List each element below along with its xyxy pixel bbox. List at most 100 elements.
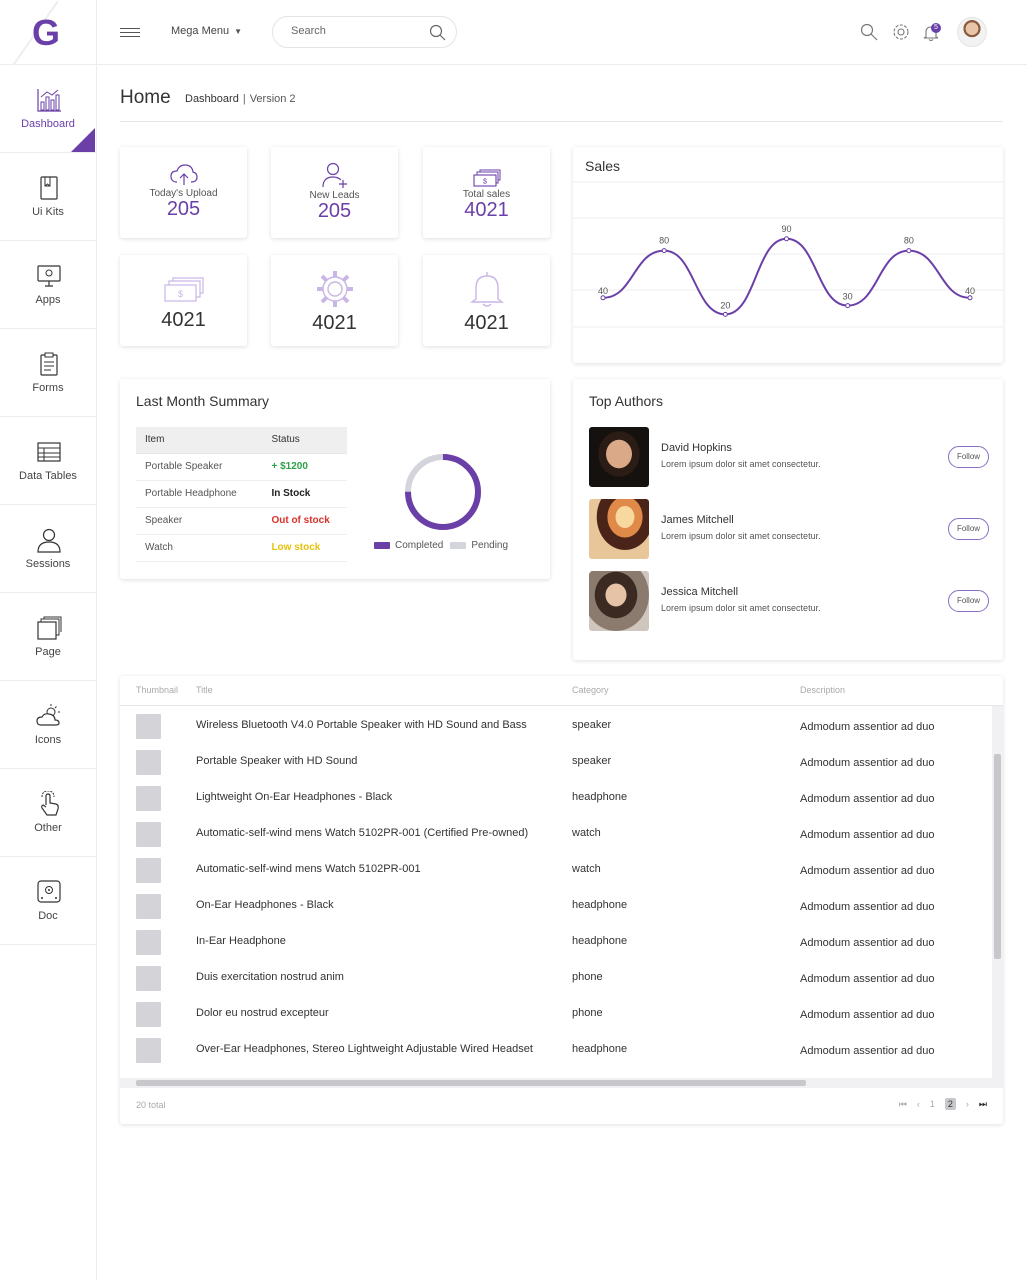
table-row[interactable]: In-Ear Headphone headphone Admodum assenti… [120, 922, 992, 958]
page-2-button[interactable]: 2 [944, 1098, 956, 1110]
author-photo [589, 571, 649, 631]
first-page-icon[interactable]: ⏮ [899, 1099, 907, 1110]
horizontal-scroll-thumb[interactable] [136, 1080, 806, 1086]
stat-card-sales: $ Total sales 4021 [423, 147, 550, 238]
sidebar-item-label: Ui Kits [32, 206, 64, 218]
hamburger-menu-icon[interactable] [120, 28, 140, 37]
sales-point[interactable] [845, 303, 851, 309]
table-icon [37, 442, 61, 462]
sidebar-item-forms[interactable]: Forms [0, 329, 96, 417]
row-title: Duis exercitation nostrud anim [196, 971, 344, 983]
row-title: On-Ear Headphones - Black [196, 899, 334, 911]
author-desc: Lorem ipsum dolor sit amet consectetur. [661, 603, 821, 613]
logo[interactable]: G [0, 0, 97, 65]
row-category: watch [572, 827, 601, 839]
row-title: Over-Ear Headphones, Stereo Lightweight … [196, 1043, 533, 1055]
sales-data-label: 30 [843, 292, 853, 302]
money-stack-icon: $ [163, 277, 204, 302]
table-row[interactable]: Lightweight On-Ear Headphones - Black hea… [120, 778, 992, 814]
pages-icon [37, 616, 62, 640]
summary-item: Portable Headphone [136, 480, 263, 508]
table-body: Wireless Bluetooth V4.0 Portable Speaker… [120, 706, 992, 1078]
legend-completed-swatch [374, 542, 390, 549]
summary-status: Out of stock [262, 507, 347, 535]
table-row[interactable]: Automatic-self-wind mens Watch 5102PR-00… [120, 814, 992, 850]
row-thumbnail [136, 822, 161, 847]
author-item: David Hopkins Lorem ipsum dolor sit amet… [589, 427, 989, 487]
sidebar-item-sessions[interactable]: Sessions [0, 505, 96, 593]
table-row[interactable]: Dolor eu nostrud excepteur phone Admodum a… [120, 994, 992, 1030]
sidebar-item-ui-kits[interactable]: Ui Kits [0, 153, 96, 241]
vertical-scroll-thumb[interactable] [994, 754, 1001, 959]
sidebar-item-dashboard[interactable]: Dashboard [0, 65, 96, 153]
row-description: Admodum assentior ad duo [800, 721, 935, 733]
prev-page-icon[interactable]: ‹ [917, 1099, 920, 1109]
summary-status: Low stock [262, 534, 347, 562]
page-title: Home [120, 87, 171, 108]
sidebar-item-doc[interactable]: Doc [0, 857, 96, 945]
row-description: Admodum assentior ad duo [800, 937, 935, 949]
summary-row: Portable Speaker + $1200 [136, 453, 347, 481]
sidebar-item-icons[interactable]: Icons [0, 681, 96, 769]
sales-point[interactable] [906, 248, 912, 254]
money-icon: $ [472, 169, 500, 187]
table-header-category[interactable]: Category [572, 685, 609, 695]
top-authors-title: Top Authors [589, 393, 663, 409]
breadcrumb: Dashboard | Version 2 [185, 93, 296, 105]
sales-data-label: 80 [659, 236, 669, 246]
sales-point[interactable] [661, 248, 667, 254]
stat-card-money: $ 4021 [120, 255, 247, 346]
summary-item: Watch [136, 534, 263, 562]
sidebar-item-data-tables[interactable]: Data Tables [0, 417, 96, 505]
sales-point[interactable] [600, 295, 606, 301]
table-row[interactable]: Automatic-self-wind mens Watch 5102PR-00… [120, 850, 992, 886]
clipboard-icon [40, 352, 58, 376]
row-title: Dolor eu nostrud excepteur [196, 1007, 329, 1019]
pagination: ⏮ ‹ 1 2 › ⏭ [889, 1098, 987, 1110]
sidebar-item-apps[interactable]: Apps [0, 241, 96, 329]
stat-value: 205 [317, 200, 352, 222]
last-page-icon[interactable]: ⏭ [979, 1099, 987, 1110]
sales-point[interactable] [784, 236, 789, 242]
breadcrumb-dashboard[interactable]: Dashboard [185, 93, 239, 105]
sidebar-item-label: Sessions [25, 558, 71, 570]
follow-button[interactable]: Follow [948, 590, 989, 612]
table-total: 20 total [136, 1100, 166, 1110]
table-header-description[interactable]: Description [800, 685, 845, 695]
follow-button[interactable]: Follow [948, 518, 989, 540]
author-name: Jessica Mitchell [661, 586, 739, 598]
sales-point[interactable] [967, 295, 973, 301]
author-desc: Lorem ipsum dolor sit amet consectetur. [661, 459, 821, 469]
search-input[interactable] [291, 25, 421, 37]
row-title: Automatic-self-wind mens Watch 5102PR-00… [196, 863, 421, 875]
summary-status: In Stock [262, 480, 347, 508]
summary-title: Last Month Summary [136, 393, 270, 409]
table-row[interactable]: On-Ear Headphones - Black headphone Admodu… [120, 886, 992, 922]
notification-badge: 5 [931, 23, 941, 33]
next-page-icon[interactable]: › [966, 1099, 969, 1109]
sales-data-label: 20 [720, 300, 730, 310]
table-header-title[interactable]: Title [196, 685, 213, 695]
search-icon[interactable] [429, 24, 446, 41]
author-photo [589, 499, 649, 559]
breadcrumb-separator: | [242, 93, 246, 105]
table-row[interactable]: Over-Ear Headphones, Stereo Lightweight … [120, 1030, 992, 1066]
sidebar-item-page[interactable]: Page [0, 593, 96, 681]
active-corner-marker [71, 128, 95, 152]
user-avatar[interactable] [957, 17, 987, 47]
table-row[interactable]: Duis exercitation nostrud anim phone Admod… [120, 958, 992, 994]
follow-button[interactable]: Follow [948, 446, 989, 468]
table-row[interactable]: Portable Speaker with HD Sound speaker Adm… [120, 742, 992, 778]
table-row[interactable]: Wireless Bluetooth V4.0 Portable Speaker… [120, 706, 992, 742]
table-header-thumbnail[interactable]: Thumbnail [136, 685, 178, 695]
row-description: Admodum assentior ad duo [800, 901, 935, 913]
sales-point[interactable] [722, 311, 728, 317]
search-icon[interactable] [860, 23, 878, 41]
stat-value: 4021 [161, 309, 206, 331]
sales-line-chart: 40 80 20 90 30 80 40 [573, 181, 1003, 328]
page-1-button[interactable]: 1 [930, 1099, 935, 1109]
sidebar-item-other[interactable]: Other [0, 769, 96, 857]
gear-icon[interactable] [892, 23, 910, 41]
status-donut-chart [405, 454, 481, 530]
mega-menu-dropdown[interactable]: Mega Menu ▼ [171, 25, 242, 37]
